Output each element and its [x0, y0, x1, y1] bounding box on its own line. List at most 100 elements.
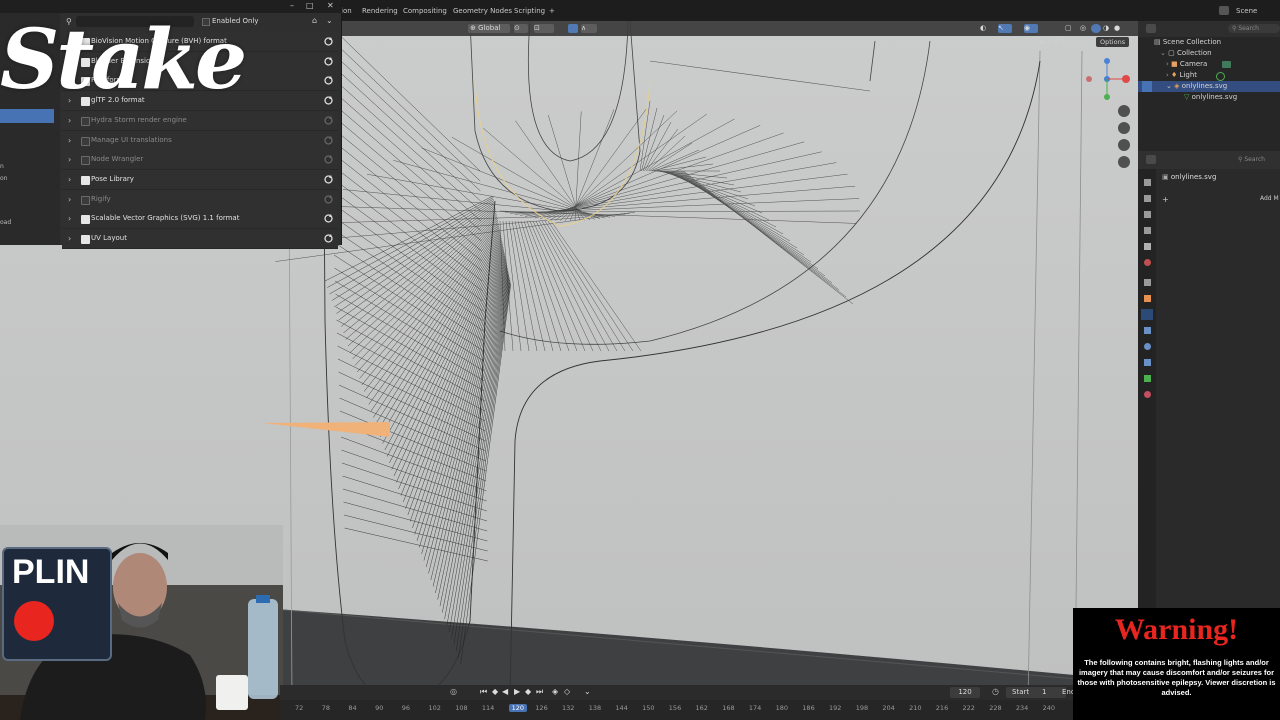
shading-wireframe-icon[interactable]: ◎ — [1080, 24, 1090, 33]
addon-enabled-checkbox[interactable] — [81, 235, 90, 244]
transform-orientation-dropdown[interactable]: ⊕ Global — [468, 24, 510, 33]
refresh-icon[interactable] — [323, 194, 334, 205]
physics-tab-icon[interactable] — [1144, 343, 1151, 350]
restrict-toggle-icon[interactable] — [1142, 81, 1152, 92]
shading-rendered-icon[interactable]: ● — [1114, 24, 1124, 33]
addon-row[interactable]: › Manage UI translations — [62, 130, 338, 151]
chevron-right-icon[interactable]: › — [68, 170, 71, 189]
sidebar-item[interactable]: n — [0, 163, 54, 175]
editor-type-icon[interactable] — [1146, 155, 1156, 164]
jump-end-icon[interactable]: ⏭ — [536, 687, 543, 697]
workspace-tab-rendering[interactable]: Rendering — [362, 7, 398, 15]
refresh-icon[interactable] — [323, 75, 334, 86]
addon-row[interactable]: › Node Wrangler — [62, 150, 338, 171]
modifier-tab-icon[interactable] — [1141, 309, 1153, 320]
outliner-row-collection[interactable]: ⌄ ▢ Collection — [1138, 48, 1280, 59]
refresh-icon[interactable] — [323, 115, 334, 126]
view-layer-tab-icon[interactable] — [1144, 227, 1151, 234]
chevron-right-icon[interactable]: › — [68, 229, 71, 248]
add-modifier-button[interactable]: Add M — [1260, 195, 1280, 202]
object-tab-icon[interactable] — [1144, 295, 1151, 302]
options-dropdown[interactable]: Options — [1096, 37, 1130, 47]
chevron-down-icon[interactable]: ⌄ — [326, 16, 333, 25]
current-frame-field[interactable]: 120 — [950, 687, 980, 698]
workspace-tab-compositing[interactable]: Compositing — [403, 7, 447, 15]
add-icon[interactable]: + — [1162, 195, 1169, 204]
workspace-tab[interactable]: ion — [341, 7, 352, 15]
outliner-row-camera[interactable]: › ■ Camera — [1138, 59, 1280, 70]
sidebar-item[interactable]: on — [0, 175, 54, 187]
play-icon[interactable]: ▶ — [514, 687, 520, 696]
editor-type-icon[interactable] — [1146, 24, 1156, 33]
playhead[interactable]: 120 — [508, 704, 528, 712]
output-tab-icon[interactable] — [1144, 211, 1151, 218]
collection-tab-icon[interactable] — [1144, 279, 1151, 286]
chevron-right-icon[interactable]: › — [68, 209, 71, 228]
shading-solid-icon[interactable] — [1091, 24, 1101, 33]
scene-selector[interactable]: Scene — [1236, 7, 1257, 15]
chevron-right-icon[interactable]: › — [68, 190, 71, 209]
keyframe-icon[interactable]: ◈ — [552, 687, 558, 696]
properties-search-input[interactable]: ⚲ Search — [1238, 155, 1278, 164]
keyframe-insert-icon[interactable]: ◇ — [564, 687, 570, 696]
outliner-search-input[interactable]: ⚲ Search — [1228, 24, 1280, 33]
jump-start-icon[interactable]: ⏮ — [480, 687, 487, 697]
chevron-right-icon[interactable]: › — [68, 150, 71, 169]
gizmo-toggle-icon[interactable]: ↖ — [998, 24, 1012, 33]
overlays-toggle-icon[interactable]: ◉ — [1024, 24, 1038, 33]
maximize-icon[interactable]: □ — [306, 1, 314, 10]
add-workspace-button[interactable]: + — [549, 7, 555, 15]
addon-enabled-checkbox[interactable] — [81, 175, 90, 185]
outliner-row-scene-collection[interactable]: ▤ Scene Collection — [1138, 37, 1280, 48]
chevron-right-icon[interactable]: › — [68, 131, 71, 150]
workspace-tab-geometry-nodes[interactable]: Geometry Nodes — [453, 7, 512, 15]
refresh-icon[interactable] — [323, 56, 334, 67]
workspace-tab-scripting[interactable]: Scripting — [514, 7, 545, 15]
proportional-edit-icon[interactable] — [568, 24, 578, 33]
play-reverse-icon[interactable]: ◀ — [502, 687, 508, 696]
particles-tab-icon[interactable] — [1144, 327, 1151, 334]
refresh-icon[interactable] — [323, 154, 334, 165]
addon-row[interactable]: › Pose Library — [62, 169, 338, 190]
addon-row[interactable]: › UV Layout — [62, 229, 338, 249]
xray-icon[interactable]: ▢ — [1065, 24, 1077, 33]
minimize-icon[interactable]: – — [290, 1, 294, 10]
refresh-icon[interactable] — [323, 233, 334, 244]
addon-enabled-checkbox[interactable] — [81, 195, 90, 205]
next-key-icon[interactable]: ◆ — [525, 687, 531, 696]
tool-tab-icon[interactable] — [1144, 179, 1151, 186]
auto-keying-icon[interactable]: ◎ — [450, 687, 457, 696]
sidebar-item[interactable]: oad — [0, 219, 54, 231]
material-tab-icon[interactable] — [1144, 391, 1151, 398]
chevron-down-icon[interactable]: ⌄ — [584, 687, 591, 696]
falloff-icon[interactable]: ∧ — [581, 24, 597, 33]
outliner-row-onlylines-data[interactable]: ▽ onlylines.svg — [1138, 92, 1280, 103]
close-icon[interactable]: ✕ — [327, 1, 334, 10]
data-tab-icon[interactable] — [1144, 375, 1151, 382]
start-frame-field[interactable]: Start 1 — [1006, 687, 1066, 698]
pivot-icon[interactable]: ⊙ — [514, 24, 528, 33]
scene-tab-icon[interactable] — [1144, 243, 1151, 250]
refresh-icon[interactable] — [323, 36, 334, 47]
outliner-row-onlylines-selected[interactable]: ⌄ ◈ onlylines.svg — [1138, 81, 1280, 92]
timeline-ruler[interactable]: 72 78 84 90 96 102 108 114 120 126 132 138 144 150 156… — [280, 700, 1080, 720]
tag-icon[interactable]: ⌂ — [312, 16, 317, 25]
addon-row[interactable]: › Scalable Vector Graphics (SVG) 1.1 form… — [62, 209, 338, 230]
refresh-icon[interactable] — [323, 135, 334, 146]
render-tab-icon[interactable] — [1144, 195, 1151, 202]
addon-enabled-checkbox[interactable] — [81, 136, 90, 146]
outliner-row-light[interactable]: › ♦ Light — [1138, 70, 1280, 81]
addon-enabled-checkbox[interactable] — [81, 156, 90, 166]
world-tab-icon[interactable] — [1144, 259, 1151, 266]
mirror-axes-label[interactable]: X Y Z — [1048, 38, 1065, 46]
constraints-tab-icon[interactable] — [1144, 359, 1151, 366]
shading-material-icon[interactable]: ◑ — [1103, 24, 1113, 33]
view-object-types-icon[interactable]: ◐ — [980, 24, 994, 33]
addon-enabled-checkbox[interactable] — [81, 215, 90, 225]
prev-key-icon[interactable]: ◆ — [492, 687, 498, 696]
snap-icon[interactable]: ⊡ — [534, 24, 554, 33]
refresh-icon[interactable] — [323, 95, 334, 106]
refresh-icon[interactable] — [323, 213, 334, 224]
refresh-icon[interactable] — [323, 174, 334, 185]
addon-row[interactable]: › Rigify — [62, 189, 338, 210]
